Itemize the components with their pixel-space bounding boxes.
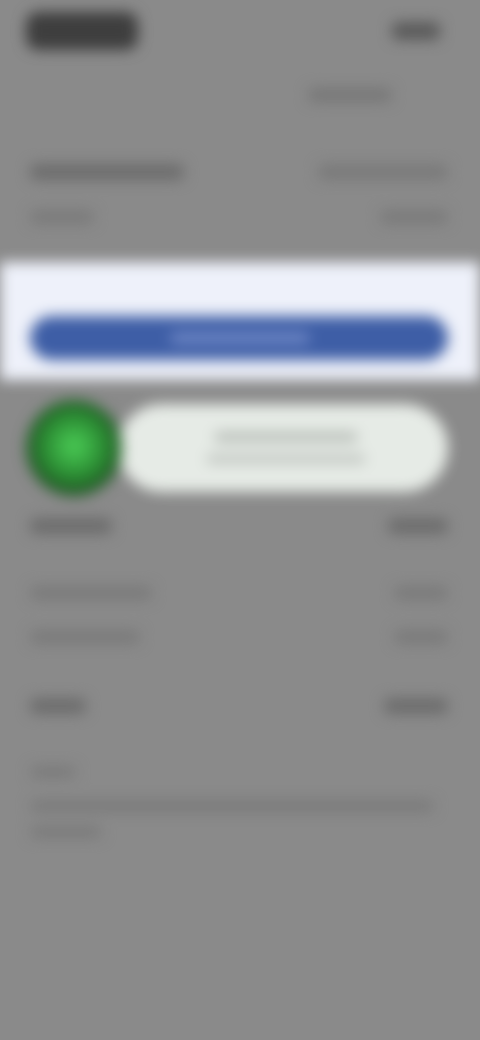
status-icons [392,22,440,40]
detail-row-label [30,586,152,600]
detail-row-value [384,698,448,714]
toast-line-1 [214,432,358,442]
summary-subvalue [380,210,448,224]
note-text-continued [30,826,102,838]
detail-row-label [30,518,112,534]
user-avatar-icon[interactable] [26,400,122,496]
status-time [26,12,138,50]
detail-row-label [30,630,140,644]
primary-action-label [170,332,310,344]
note-text [30,800,434,812]
toast-line-2 [206,454,366,464]
header-link[interactable] [308,88,392,102]
screen [0,0,480,1040]
summary-title [30,164,184,180]
detail-row-value [388,518,448,534]
note-title [30,766,76,778]
toast-pill [118,404,448,492]
detail-row-value [394,586,448,600]
detail-row-value [394,630,448,644]
summary-right-value [318,164,448,180]
detail-row-label [30,698,86,714]
summary-subtitle [30,210,94,224]
